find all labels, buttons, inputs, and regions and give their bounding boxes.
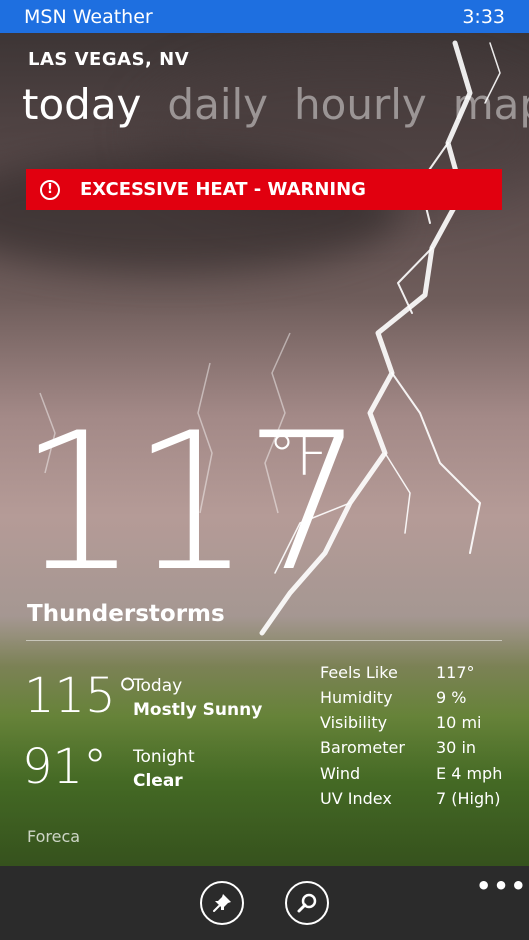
location-title: LAS VEGAS, NV (28, 49, 190, 70)
tonight-desc: Clear (133, 771, 183, 791)
detail-value: 117° (436, 663, 475, 682)
detail-label: UV Index (320, 789, 392, 808)
data-provider: Foreca (27, 827, 81, 846)
search-icon (297, 893, 317, 913)
weather-alert-banner[interactable]: ! EXCESSIVE HEAT - WARNING (26, 169, 502, 210)
temperature-unit: °F (268, 424, 329, 489)
detail-value: 10 mi (436, 713, 482, 732)
pin-button[interactable] (200, 881, 244, 925)
current-condition: Thunderstorms (27, 601, 225, 627)
detail-label: Feels Like (320, 663, 398, 682)
detail-value: 7 (High) (436, 789, 501, 808)
tab-today[interactable]: today (22, 80, 141, 129)
detail-label: Barometer (320, 738, 405, 757)
detail-value: 9 % (436, 688, 467, 707)
divider (26, 640, 502, 641)
more-options-icon[interactable]: ••• (476, 872, 528, 900)
tab-hourly[interactable]: hourly (294, 80, 427, 129)
tab-maps[interactable]: maps (453, 80, 529, 129)
tonight-low-temp: 91° (22, 739, 108, 795)
today-desc: Mostly Sunny (133, 700, 263, 720)
pin-icon (213, 894, 231, 912)
warning-icon: ! (40, 179, 60, 200)
alert-text: EXCESSIVE HEAT - WARNING (80, 179, 366, 200)
pivot-tabs: today daily hourly maps (22, 80, 529, 129)
search-button[interactable] (285, 881, 329, 925)
status-bar: MSN Weather 3:33 (0, 0, 529, 33)
app-bar (0, 866, 529, 940)
app-name: MSN Weather (24, 5, 153, 28)
detail-value: 30 in (436, 738, 477, 757)
tab-daily[interactable]: daily (167, 80, 268, 129)
clock: 3:33 (462, 5, 505, 28)
detail-label: Humidity (320, 688, 393, 707)
today-label: Today (133, 676, 183, 696)
detail-value: E 4 mph (436, 764, 503, 783)
tonight-label: Tonight (133, 747, 195, 767)
detail-label: Visibility (320, 713, 388, 732)
detail-label: Wind (320, 764, 361, 783)
today-high-temp: 115° (24, 668, 140, 724)
